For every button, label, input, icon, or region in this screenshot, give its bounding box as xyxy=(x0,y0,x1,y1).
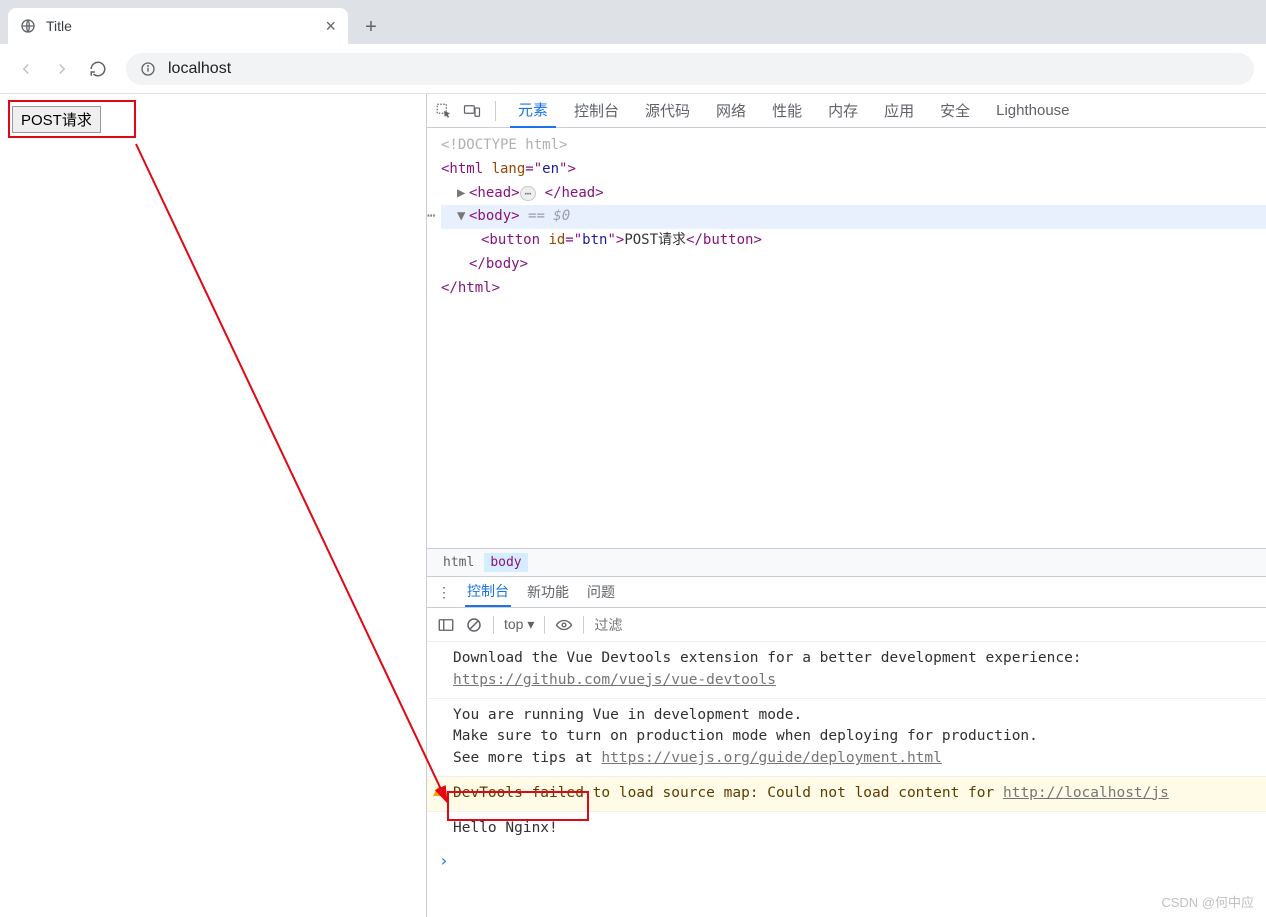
elements-tree[interactable]: <!DOCTYPE html> <html lang="en"> ▶<head>… xyxy=(427,128,1266,548)
breadcrumb-html[interactable]: html xyxy=(437,553,480,572)
console-link[interactable]: https://vuejs.org/guide/deployment.html xyxy=(601,750,941,766)
html-open: <html lang="en"> xyxy=(441,158,1266,182)
devtools-tab-console[interactable]: 控制台 xyxy=(566,94,627,127)
breadcrumb-body[interactable]: body xyxy=(484,553,527,572)
console-prompt[interactable]: › xyxy=(427,845,1266,877)
doctype-line: <!DOCTYPE html> xyxy=(441,134,1266,158)
devtools-toolbar: 元素 控制台 源代码 网络 性能 内存 应用 安全 Lighthouse xyxy=(427,94,1266,128)
watermark: CSDN @何中应 xyxy=(1161,892,1254,911)
devtools-tab-performance[interactable]: 性能 xyxy=(764,94,810,127)
url-text: localhost xyxy=(168,60,231,78)
browser-tab[interactable]: Title × xyxy=(8,8,348,44)
console-filter-input[interactable] xyxy=(594,617,1256,633)
tab-title: Title xyxy=(46,18,72,34)
page-content: POST请求 xyxy=(0,94,426,917)
devtools-tab-sources[interactable]: 源代码 xyxy=(637,94,698,127)
drawer-menu-icon[interactable]: ⋮ xyxy=(437,584,451,601)
devtools-tab-application[interactable]: 应用 xyxy=(876,94,922,127)
new-tab-button[interactable]: + xyxy=(354,10,388,44)
post-request-button[interactable]: POST请求 xyxy=(12,106,101,133)
elements-breadcrumb[interactable]: html body xyxy=(427,548,1266,576)
drawer-tab-whatsnew[interactable]: 新功能 xyxy=(525,578,571,606)
devtools-panel: 元素 控制台 源代码 网络 性能 内存 应用 安全 Lighthouse <!D… xyxy=(426,94,1266,917)
device-toggle-icon[interactable] xyxy=(463,102,481,120)
eye-icon[interactable] xyxy=(555,616,573,634)
tab-strip: Title × + xyxy=(0,0,1266,44)
console-link[interactable]: http://localhost/js xyxy=(1003,785,1169,801)
console-warning: DevTools failed to load source map: Coul… xyxy=(427,777,1266,812)
head-line[interactable]: ▶<head>⋯ </head> xyxy=(441,182,1266,206)
devtools-tab-elements[interactable]: 元素 xyxy=(510,93,556,128)
body-close-line: </body> xyxy=(441,253,1266,277)
console-toolbar: top ▾ xyxy=(427,608,1266,642)
devtools-tab-security[interactable]: 安全 xyxy=(932,94,978,127)
inspect-icon[interactable] xyxy=(435,102,453,120)
url-input[interactable]: localhost xyxy=(126,53,1254,85)
drawer-tab-issues[interactable]: 问题 xyxy=(585,578,617,606)
devtools-tab-lighthouse[interactable]: Lighthouse xyxy=(988,96,1077,125)
console-link[interactable]: https://github.com/vuejs/vue-devtools xyxy=(453,672,776,688)
html-close-line: </html> xyxy=(441,277,1266,301)
address-bar: localhost xyxy=(0,44,1266,94)
console-msg: You are running Vue in development mode.… xyxy=(427,699,1266,777)
console-msg: Download the Vue Devtools extension for … xyxy=(427,642,1266,699)
reload-button[interactable] xyxy=(84,55,112,83)
drawer-tab-console[interactable]: 控制台 xyxy=(465,577,511,607)
console-drawer-header: ⋮ 控制台 新功能 问题 xyxy=(427,576,1266,608)
devtools-tab-memory[interactable]: 内存 xyxy=(820,94,866,127)
close-tab-button[interactable]: × xyxy=(325,16,336,37)
console-output-line: Hello Nginx! xyxy=(427,812,1266,846)
console-context[interactable]: top ▾ xyxy=(504,616,534,633)
button-line[interactable]: <button id="btn">POST请求</button> xyxy=(441,229,1266,253)
body-open-line[interactable]: ▼<body> == $0 xyxy=(441,205,1266,229)
info-icon xyxy=(140,61,156,77)
clear-console-icon[interactable] xyxy=(465,616,483,634)
back-button[interactable] xyxy=(12,55,40,83)
console-output[interactable]: Download the Vue Devtools extension for … xyxy=(427,642,1266,917)
globe-icon xyxy=(20,18,36,34)
devtools-tab-network[interactable]: 网络 xyxy=(708,94,754,127)
sidebar-toggle-icon[interactable] xyxy=(437,616,455,634)
forward-button[interactable] xyxy=(48,55,76,83)
